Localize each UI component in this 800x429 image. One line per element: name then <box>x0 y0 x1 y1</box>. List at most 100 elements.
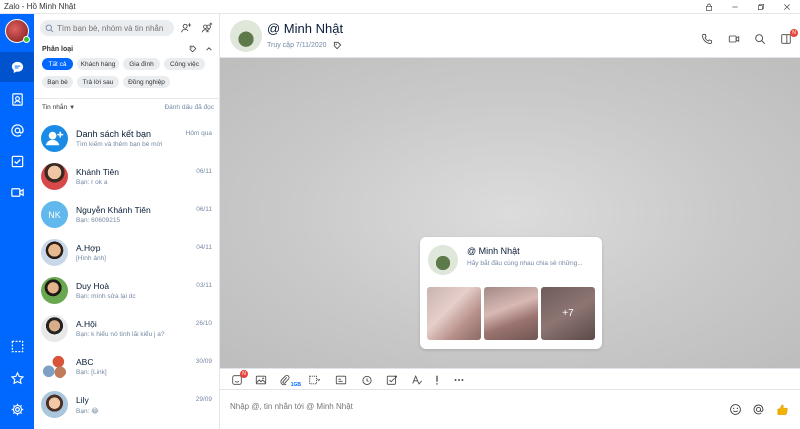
star-icon <box>10 371 24 384</box>
chip-all[interactable]: Tất cả <box>42 58 73 70</box>
category-header: Phân loại <box>42 44 214 54</box>
image-button[interactable] <box>253 373 269 387</box>
contact-card-button[interactable] <box>333 373 349 387</box>
conversation-item[interactable]: A.Hợp [Hình ảnh] 04/11 <box>34 234 220 272</box>
conversation-time: 06/11 <box>196 168 212 175</box>
online-indicator <box>23 36 30 43</box>
conversation-item[interactable]: NK Nguyễn Khánh Tiên Bạn: 60609215 06/11 <box>34 196 220 234</box>
file-size-label: 1GB <box>290 382 301 388</box>
collapse-categories-button[interactable] <box>204 44 214 54</box>
conversation-item[interactable]: Khánh Tiên Bạn: r ok a 06/11 <box>34 158 220 196</box>
reminder-button[interactable] <box>359 373 375 387</box>
restore-button[interactable] <box>748 0 774 14</box>
conversation-name: Khánh Tiên <box>76 167 120 177</box>
nav-tasks[interactable] <box>0 146 34 176</box>
clock-icon <box>362 375 372 385</box>
avatar: NK <box>41 201 68 228</box>
id-card-icon <box>335 375 347 385</box>
format-text-button[interactable] <box>409 373 425 387</box>
shared-photo[interactable] <box>427 287 481 340</box>
search-input[interactable] <box>57 23 169 33</box>
mark-important-button[interactable] <box>429 373 445 387</box>
nav-starred[interactable] <box>0 363 34 393</box>
chat-avatar[interactable] <box>230 20 262 52</box>
conversation-info-button[interactable]: N <box>778 29 798 46</box>
chip-family[interactable]: Gia đình <box>123 58 160 70</box>
conversation-preview: Bạn: 😂 <box>76 408 99 415</box>
avatar <box>41 277 68 304</box>
conversation-time: 30/09 <box>195 358 212 365</box>
chip-reply-later[interactable]: Trả lời sau <box>77 76 119 88</box>
exclamation-icon <box>436 375 438 385</box>
nav-rail <box>0 14 34 429</box>
conversation-item[interactable]: Duy Hoà Bạn: mình sửa lại dc 03/11 <box>34 272 220 310</box>
chip-customers[interactable]: Khách hàng <box>77 58 119 70</box>
message-input[interactable] <box>230 402 710 411</box>
nav-mentions[interactable] <box>0 115 34 145</box>
nav-messages[interactable] <box>0 52 34 82</box>
create-group-button[interactable] <box>198 20 216 36</box>
profile-card[interactable]: @ Minh Nhật Hãy bắt đầu cùng nhau chia s… <box>420 237 602 349</box>
add-friend-button[interactable] <box>177 20 195 36</box>
shared-photo[interactable] <box>484 287 538 340</box>
mention-button[interactable] <box>750 401 766 417</box>
assign-task-button[interactable] <box>384 373 400 387</box>
category-settings-button[interactable] <box>188 44 198 54</box>
more-dots-icon <box>454 379 464 381</box>
more-options-button[interactable] <box>451 373 467 387</box>
emoji-button[interactable] <box>727 401 743 417</box>
video-call-button[interactable] <box>726 32 742 46</box>
search-icon <box>755 34 766 45</box>
more-photos-count: +7 <box>562 308 574 319</box>
more-photos-button[interactable]: +7 <box>541 287 595 340</box>
conversation-name: Duy Hoà <box>76 281 110 291</box>
minimize-button[interactable] <box>722 0 748 14</box>
lock-icon[interactable] <box>696 0 722 14</box>
tag-icon[interactable] <box>333 41 342 50</box>
mark-all-read-link[interactable]: Đánh dấu đã đọc <box>164 104 214 111</box>
search-box[interactable] <box>40 20 174 36</box>
conversation-item[interactable]: Lily Bạn: 😂 29/09 <box>34 386 220 424</box>
conversation-time: 29/09 <box>195 396 212 403</box>
nav-settings[interactable] <box>0 394 34 424</box>
quick-like-button[interactable] <box>774 401 790 417</box>
voice-call-button[interactable] <box>699 32 715 46</box>
card-subtitle: Hãy bắt đầu cùng nhau chia sẻ những... <box>467 260 583 267</box>
screen-capture-icon <box>11 340 23 352</box>
chip-friends[interactable]: Bạn bè <box>42 76 73 88</box>
notification-badge: N <box>790 29 798 37</box>
capture-button[interactable] <box>306 373 322 387</box>
conversation-time: 03/11 <box>196 282 212 289</box>
caret-down-icon: ▼ <box>69 104 76 111</box>
chat-header: @ Minh Nhật Truy cập 7/11/2020 N <box>220 14 800 58</box>
nav-contacts[interactable] <box>0 84 34 114</box>
sticker-button[interactable]: N <box>229 370 248 387</box>
conversation-item[interactable]: A.Hội Bạn: k hiểu nó tính lãi kiểu j a? … <box>34 310 220 348</box>
chip-colleagues[interactable]: Đồng nghiệp <box>123 76 170 88</box>
search-icon <box>45 24 54 32</box>
avatar <box>41 391 68 418</box>
checkbox-icon <box>11 155 23 167</box>
close-button[interactable] <box>774 0 800 14</box>
conversation-preview: Bạn: k hiểu nó tính lãi kiểu j a? <box>76 331 165 338</box>
last-seen: Truy cập 7/11/2020 <box>267 41 342 50</box>
search-conversation-button[interactable] <box>752 32 768 46</box>
conversation-name: A.Hợp <box>76 243 101 253</box>
at-sign-icon <box>10 123 24 137</box>
user-avatar[interactable] <box>5 19 30 43</box>
conversation-item[interactable]: ABC Bạn: [Link] 30/09 <box>34 348 220 386</box>
conversation-name: A.Hội <box>76 319 97 329</box>
emoji-icon <box>729 403 741 415</box>
attach-file-button[interactable]: 1GB <box>277 373 301 388</box>
nav-screenshot[interactable] <box>0 331 34 361</box>
message-filter[interactable]: Tin nhắn ▼ <box>42 104 164 111</box>
conversation-item[interactable]: Danh sách kết bạn Tìm kiếm và thêm bạn b… <box>34 120 220 158</box>
add-group-icon <box>201 22 213 33</box>
category-label: Phân loại <box>42 45 74 53</box>
paperclip-icon <box>280 375 290 386</box>
chip-work[interactable]: Công việc <box>164 58 205 70</box>
zalo-app: Zalo - Hồ Minh Nhật Tìm bạn bè, nhóm và … <box>0 0 800 429</box>
screenshot-icon <box>309 375 320 385</box>
nav-video[interactable] <box>0 177 34 207</box>
chat-body: @ Minh Nhật Hãy bắt đầu cùng nhau chia s… <box>220 58 800 368</box>
